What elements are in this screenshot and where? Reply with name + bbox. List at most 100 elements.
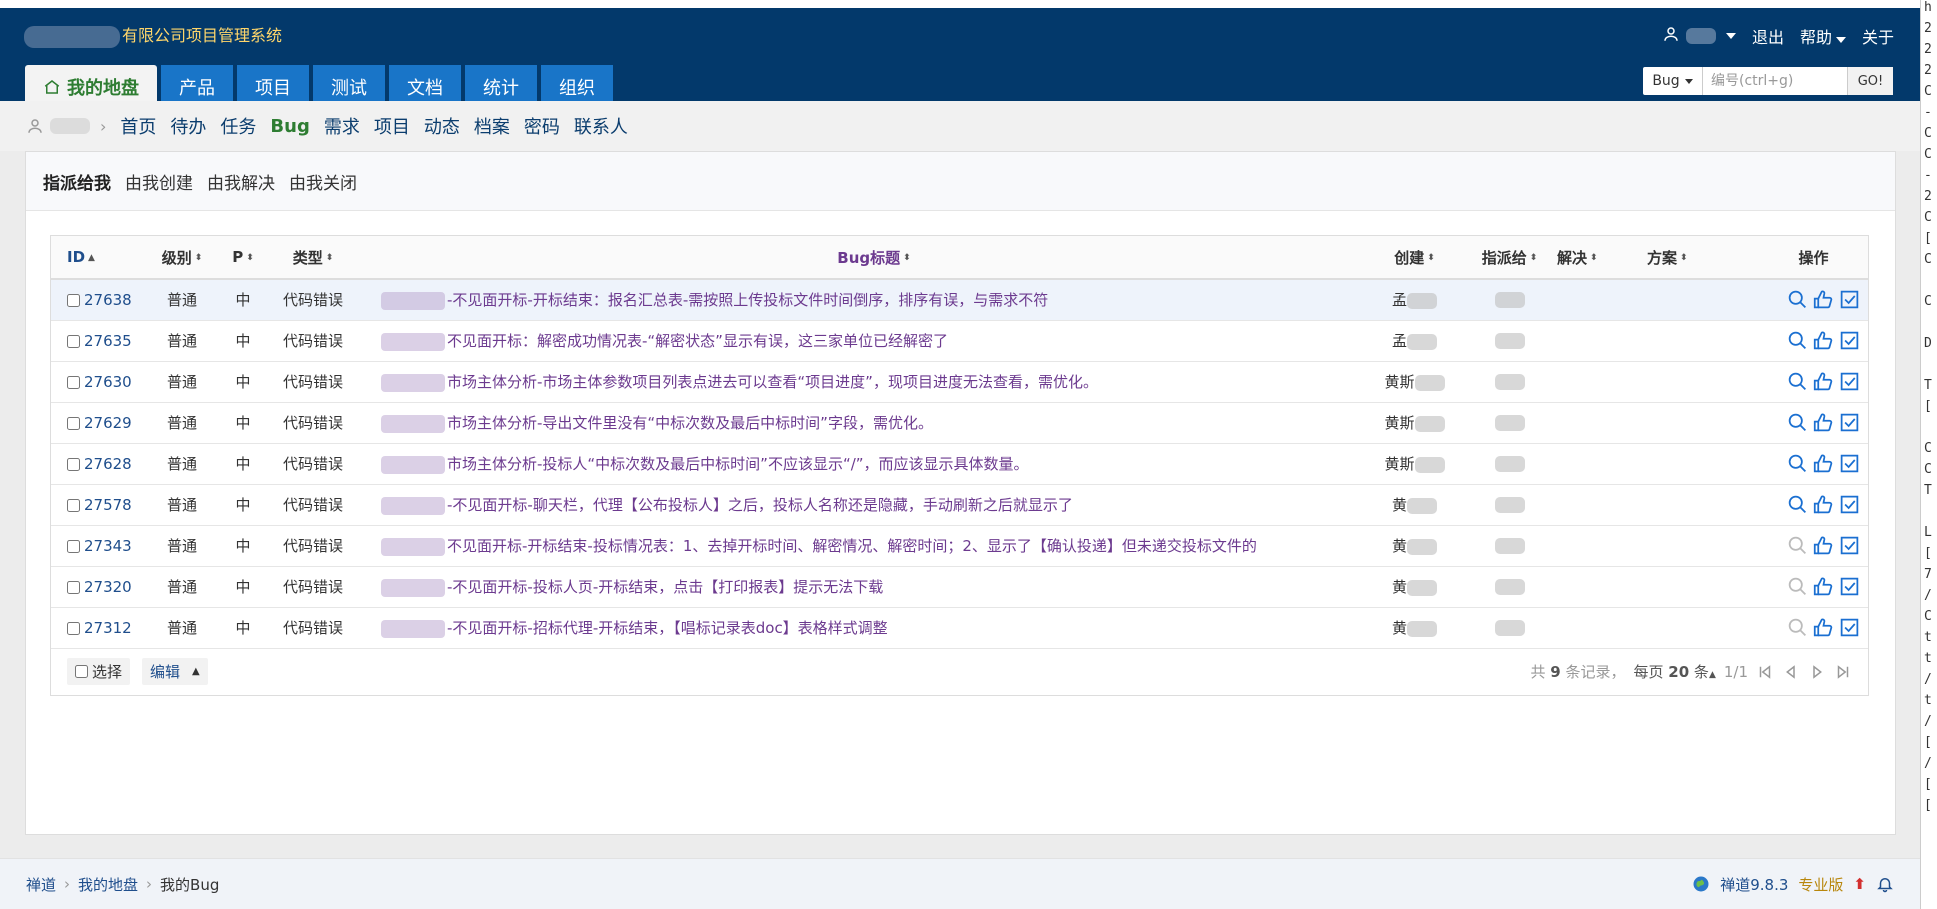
col-resolution[interactable]: 方案 ⬍: [1647, 236, 1767, 280]
breadcrumb-root[interactable]: 禅道: [26, 874, 56, 895]
subnav-bug[interactable]: Bug: [270, 116, 309, 137]
col-severity[interactable]: 级别 ⬍: [147, 236, 217, 280]
table-row[interactable]: 27578 普通中代码错误 -不见面开标-聊天栏，代理【公布投标人】之后，投标人名称…: [51, 484, 1868, 526]
col-id[interactable]: ID ▲: [51, 236, 147, 280]
breadcrumb-mid[interactable]: 我的地盘: [78, 874, 138, 895]
bug-title-link[interactable]: -不见面开标-招标代理-开标结束，【唱标记录表doc】表格样式调整: [447, 619, 888, 637]
row-checkbox[interactable]: [67, 416, 80, 430]
last-page-icon[interactable]: [1834, 663, 1852, 681]
cell-title[interactable]: 不见面开标-开标结束-投标情况表：1、去掉开标时间、解密情况、解密时间；2、显示…: [357, 525, 1367, 567]
table-row[interactable]: 27630 普通中代码错误 市场主体分析-市场主体参数项目列表点进去可以查看“项目进…: [51, 361, 1868, 403]
bug-id-link[interactable]: 27638: [84, 291, 132, 309]
bug-id-link[interactable]: 27629: [84, 414, 132, 432]
table-row[interactable]: 27312 普通中代码错误 -不见面开标-招标代理-开标结束，【唱标记录表doc】表…: [51, 607, 1868, 649]
close-check-icon[interactable]: [1839, 494, 1860, 515]
select-all-button[interactable]: 选择: [67, 658, 131, 685]
row-checkbox[interactable]: [67, 621, 80, 635]
cell-title[interactable]: 市场主体分析-市场主体参数项目列表点进去可以查看“项目进度”，现项目进度无法查看…: [357, 361, 1367, 403]
col-assigned-to[interactable]: 指派给 ⬍: [1462, 236, 1557, 280]
table-row[interactable]: 27320 普通中代码错误 -不见面开标-投标人页-开标结束，点击【打印报表】提示无…: [51, 566, 1868, 608]
bug-title-link[interactable]: -不见面开标-投标人页-开标结束，点击【打印报表】提示无法下载: [447, 578, 883, 596]
confirm-search-icon[interactable]: [1787, 371, 1808, 392]
about-link[interactable]: 关于: [1862, 24, 1894, 48]
bug-title-link[interactable]: 不见面开标-开标结束-投标情况表：1、去掉开标时间、解密情况、解密时间；2、显示…: [447, 537, 1257, 555]
search-go-button[interactable]: GO!: [1847, 67, 1893, 95]
next-page-icon[interactable]: [1808, 663, 1826, 681]
confirm-search-icon[interactable]: [1787, 289, 1808, 310]
confirm-search-icon[interactable]: [1787, 535, 1808, 556]
bug-id-link[interactable]: 27320: [84, 578, 132, 596]
prev-page-icon[interactable]: [1782, 663, 1800, 681]
col-title[interactable]: Bug标题 ⬍: [357, 236, 1367, 280]
version-link[interactable]: 禅道9.8.3: [1720, 874, 1788, 895]
bug-id-link[interactable]: 27630: [84, 373, 132, 391]
resolve-thumb-icon[interactable]: [1813, 412, 1834, 433]
col-type[interactable]: 类型 ⬍: [269, 236, 357, 280]
table-row[interactable]: 27635 普通中代码错误 不见面开标：解密成功情况表-“解密状态”显示有误，这三家…: [51, 320, 1868, 362]
subnav-dynamic[interactable]: 动态: [424, 113, 460, 139]
close-check-icon[interactable]: [1839, 412, 1860, 433]
row-checkbox[interactable]: [67, 580, 80, 594]
cell-title[interactable]: 市场主体分析-投标人“中标次数及最后中标时间”不应该显示“/”，而应该显示具体数…: [357, 443, 1367, 485]
filter-closed-by-me[interactable]: 由我关闭: [289, 169, 357, 194]
batch-edit-button[interactable]: 编辑: [150, 661, 180, 682]
filter-resolved-by-me[interactable]: 由我解决: [207, 169, 275, 194]
row-checkbox[interactable]: [67, 457, 80, 471]
confirm-search-icon[interactable]: [1787, 412, 1808, 433]
confirm-search-icon[interactable]: [1787, 576, 1808, 597]
col-opened-by[interactable]: 创建 ⬍: [1367, 236, 1462, 280]
chevron-up-icon[interactable]: ▲: [192, 666, 200, 677]
subnav-story[interactable]: 需求: [324, 113, 360, 139]
bug-id-link[interactable]: 27343: [84, 537, 132, 555]
help-dropdown[interactable]: 帮助: [1800, 24, 1846, 48]
filter-opened-by-me[interactable]: 由我创建: [125, 169, 193, 194]
table-row[interactable]: 27638 普通中代码错误 -不见面开标-开标结束：报名汇总表-需按照上传投标文件时…: [51, 279, 1868, 321]
resolve-thumb-icon[interactable]: [1813, 330, 1834, 351]
resolve-thumb-icon[interactable]: [1813, 576, 1834, 597]
row-checkbox[interactable]: [67, 375, 80, 389]
bug-id-link[interactable]: 27635: [84, 332, 132, 350]
close-check-icon[interactable]: [1839, 535, 1860, 556]
subnav-task[interactable]: 任务: [220, 113, 256, 139]
search-type-select[interactable]: Bug: [1643, 67, 1703, 95]
cell-title[interactable]: -不见面开标-招标代理-开标结束，【唱标记录表doc】表格样式调整: [357, 607, 1367, 649]
resolve-thumb-icon[interactable]: [1813, 289, 1834, 310]
bug-title-link[interactable]: 市场主体分析-市场主体参数项目列表点进去可以查看“项目进度”，现项目进度无法查看…: [447, 373, 1098, 391]
bug-title-link[interactable]: 市场主体分析-投标人“中标次数及最后中标时间”不应该显示“/”，而应该显示具体数…: [447, 455, 1029, 473]
batch-edit-group[interactable]: 编辑 ▲: [142, 658, 208, 685]
resolve-thumb-icon[interactable]: [1813, 371, 1834, 392]
user-dropdown[interactable]: [1662, 25, 1736, 47]
close-check-icon[interactable]: [1839, 576, 1860, 597]
subnav-project[interactable]: 项目: [374, 113, 410, 139]
subnav-profile[interactable]: 档案: [474, 113, 510, 139]
cell-title[interactable]: 市场主体分析-导出文件里没有“中标次数及最后中标时间”字段，需优化。: [357, 402, 1367, 444]
row-checkbox[interactable]: [67, 334, 80, 348]
col-pri[interactable]: P ⬍: [217, 236, 269, 280]
row-checkbox[interactable]: [67, 293, 80, 307]
select-all-checkbox[interactable]: [75, 665, 88, 678]
confirm-search-icon[interactable]: [1787, 494, 1808, 515]
subnav-index[interactable]: 首页: [120, 113, 156, 139]
subnav-todo[interactable]: 待办: [170, 113, 206, 139]
bug-title-link[interactable]: 市场主体分析-导出文件里没有“中标次数及最后中标时间”字段，需优化。: [447, 414, 933, 432]
bell-icon[interactable]: [1876, 875, 1894, 893]
close-check-icon[interactable]: [1839, 371, 1860, 392]
table-row[interactable]: 27628 普通中代码错误 市场主体分析-投标人“中标次数及最后中标时间”不应该显示…: [51, 443, 1868, 485]
cell-title[interactable]: 不见面开标：解密成功情况表-“解密状态”显示有误，这三家单位已经解密了: [357, 320, 1367, 362]
close-check-icon[interactable]: [1839, 289, 1860, 310]
subnav-password[interactable]: 密码: [524, 113, 560, 139]
bug-id-link[interactable]: 27578: [84, 496, 132, 514]
first-page-icon[interactable]: [1756, 663, 1774, 681]
cell-title[interactable]: -不见面开标-开标结束：报名汇总表-需按照上传投标文件时间倒序，排序有误，与需求…: [357, 279, 1367, 321]
bug-title-link[interactable]: 不见面开标：解密成功情况表-“解密状态”显示有误，这三家单位已经解密了: [447, 332, 948, 350]
upgrade-arrow-icon[interactable]: ⬆: [1853, 875, 1866, 893]
close-check-icon[interactable]: [1839, 617, 1860, 638]
bug-title-link[interactable]: -不见面开标-开标结束：报名汇总表-需按照上传投标文件时间倒序，排序有误，与需求…: [447, 291, 1048, 309]
search-input[interactable]: [1703, 67, 1847, 95]
resolve-thumb-icon[interactable]: [1813, 535, 1834, 556]
confirm-search-icon[interactable]: [1787, 617, 1808, 638]
current-user[interactable]: ›: [26, 117, 106, 136]
filter-assigned-to-me[interactable]: 指派给我: [43, 169, 111, 194]
close-check-icon[interactable]: [1839, 330, 1860, 351]
confirm-search-icon[interactable]: [1787, 453, 1808, 474]
